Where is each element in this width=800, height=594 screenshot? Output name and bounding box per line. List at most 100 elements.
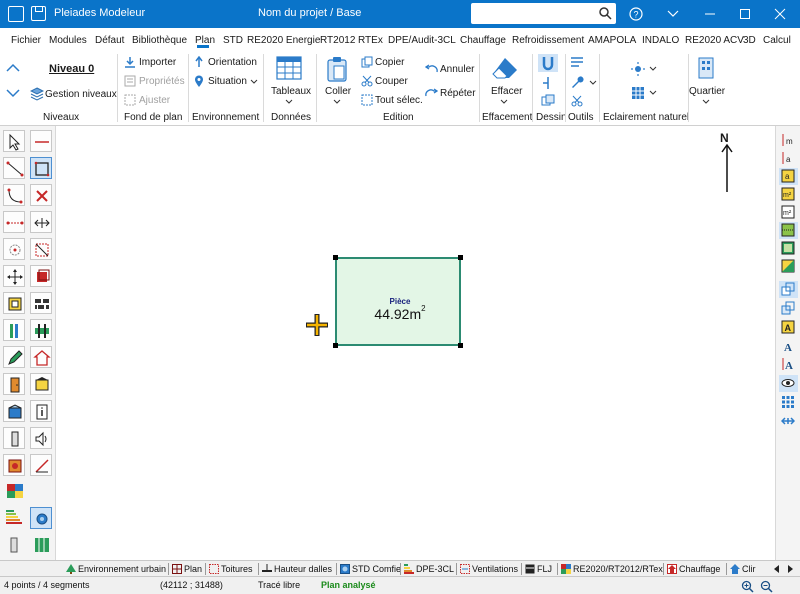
menu-re2020-energie[interactable]: RE2020 Energie [247, 35, 320, 46]
current-level[interactable]: Niveau 0 [49, 63, 94, 75]
tab-scroll-right-icon[interactable] [785, 564, 795, 574]
measure-a-tool[interactable]: a [779, 150, 798, 167]
fill-gradient-tool[interactable] [779, 258, 798, 275]
ajuster-button[interactable]: Ajuster [139, 95, 170, 106]
opening-tool[interactable] [3, 400, 25, 422]
chevron-down-icon[interactable] [500, 99, 508, 105]
close-button[interactable] [765, 3, 795, 25]
tout-selectionner-button[interactable]: Tout sélec. [375, 95, 423, 106]
chevron-down-icon[interactable] [702, 99, 710, 105]
rotate-tool[interactable] [3, 238, 25, 260]
tab-re2020[interactable]: RE2020/RT2012/RTex [559, 562, 663, 576]
tab-scroll-left-icon[interactable] [772, 564, 782, 574]
door-tool[interactable] [3, 373, 25, 395]
situation-button[interactable]: Situation [208, 76, 247, 87]
zoom-in-icon[interactable] [741, 580, 754, 593]
tab-std-comfie[interactable]: STD Comfie [338, 562, 401, 576]
menu-modules[interactable]: Modules [49, 35, 87, 46]
menu-re2020-acv[interactable]: RE2020 ACV [685, 35, 744, 46]
window-tool[interactable] [30, 373, 52, 395]
surface-tool[interactable]: m² [779, 204, 798, 221]
scale-tool[interactable] [30, 238, 52, 260]
house-tool[interactable] [30, 346, 52, 368]
column-small-icon[interactable] [9, 537, 21, 553]
wall-tool[interactable] [30, 292, 52, 314]
energy-label-icon[interactable] [6, 510, 22, 524]
rectangle-tool[interactable] [30, 157, 52, 179]
info-tool[interactable] [30, 400, 52, 422]
scissors-tool-icon[interactable] [570, 94, 584, 108]
chevron-down-icon[interactable] [649, 90, 657, 96]
annuler-button[interactable]: Annuler [440, 64, 474, 75]
search-icon[interactable] [598, 6, 612, 20]
solar-tool[interactable] [30, 507, 52, 529]
eraser-icon[interactable] [491, 56, 519, 80]
save-icon[interactable] [31, 6, 46, 21]
copy-shape-icon[interactable] [541, 94, 555, 108]
tab-environnement-urbain[interactable]: Environnement urbain [64, 562, 166, 576]
menu-dpe-audit[interactable]: DPE/Audit-3CL [388, 35, 456, 46]
speaker-tool[interactable] [30, 427, 52, 449]
paste-icon[interactable] [326, 56, 348, 82]
chevron-down-icon[interactable] [285, 99, 293, 105]
menu-rt2012[interactable]: RT2012 [320, 35, 355, 46]
tab-chauffage[interactable]: Chauffage [665, 562, 720, 576]
magnet-icon[interactable] [538, 54, 558, 72]
tab-plan[interactable]: Plan [170, 562, 202, 576]
snap-icon[interactable] [541, 76, 555, 90]
couper-button[interactable]: Couper [375, 76, 408, 87]
chevron-down-icon[interactable] [649, 66, 657, 72]
pen-tool[interactable] [3, 346, 25, 368]
chevron-down-icon[interactable] [658, 3, 688, 25]
quartier-button[interactable]: Quartier [689, 86, 725, 97]
sun-icon[interactable] [631, 62, 645, 76]
effacer-button[interactable]: Effacer [491, 86, 523, 97]
tableaux-button[interactable]: Tableaux [271, 86, 311, 97]
tab-toitures[interactable]: Toitures [207, 562, 253, 576]
level-down-icon[interactable] [6, 88, 20, 98]
text-size-tool[interactable]: A [779, 356, 798, 373]
menu-refroidissement[interactable]: Refroidissement [512, 35, 584, 46]
help-icon[interactable]: ? [621, 3, 651, 25]
zoom-out-icon[interactable] [760, 580, 773, 593]
volume-label-tool[interactable]: m² [779, 186, 798, 203]
table-icon[interactable] [276, 56, 302, 80]
block-tool[interactable] [30, 265, 52, 287]
room-tool[interactable] [3, 292, 25, 314]
tab-flj[interactable]: FLJ [523, 562, 552, 576]
visibility-tool[interactable] [779, 375, 798, 392]
move-horizontal-tool[interactable] [30, 211, 52, 233]
wrench-icon[interactable] [570, 76, 584, 90]
pointer-tool[interactable] [3, 130, 25, 152]
menu-amapola[interactable]: AMAPOLA [588, 35, 636, 46]
coller-button[interactable]: Coller [325, 86, 351, 97]
room-shape[interactable]: Pièce 44.92m2 [333, 255, 463, 348]
area-label-tool[interactable]: a [779, 168, 798, 185]
menu-calcul[interactable]: Calcul [763, 35, 791, 46]
slope-tool[interactable] [30, 454, 52, 476]
text-label-tool[interactable]: A [779, 319, 798, 336]
chevron-down-icon[interactable] [333, 99, 341, 105]
menu-std[interactable]: STD [223, 35, 243, 46]
menu-rtex[interactable]: RTEx [358, 35, 383, 46]
menu-chauffage[interactable]: Chauffage [460, 35, 506, 46]
gestion-niveaux-button[interactable]: Gestion niveaux [45, 89, 117, 100]
building-icon[interactable] [695, 56, 717, 80]
maximize-button[interactable] [730, 3, 760, 25]
equipment-tool[interactable] [3, 454, 25, 476]
column-tool[interactable] [3, 427, 25, 449]
overlap-alt-tool[interactable] [779, 300, 798, 317]
measure-m-tool[interactable]: m [779, 132, 798, 149]
tab-hauteur-dalles[interactable]: Hauteur dalles [260, 562, 332, 576]
menu-bibliotheque[interactable]: Bibliothèque [132, 35, 187, 46]
chevron-down-icon[interactable] [250, 79, 258, 85]
menu-indalo[interactable]: INDALO [642, 35, 679, 46]
grid-tool[interactable] [779, 394, 798, 411]
move-tool[interactable] [3, 265, 25, 287]
selection-handle[interactable] [333, 255, 338, 260]
overlap-tool[interactable] [779, 281, 798, 298]
tab-dpe-3cl[interactable]: DPE-3CL [402, 562, 454, 576]
line-tool[interactable] [30, 130, 52, 152]
hatch-tool[interactable] [779, 222, 798, 239]
selection-handle[interactable] [333, 343, 338, 348]
